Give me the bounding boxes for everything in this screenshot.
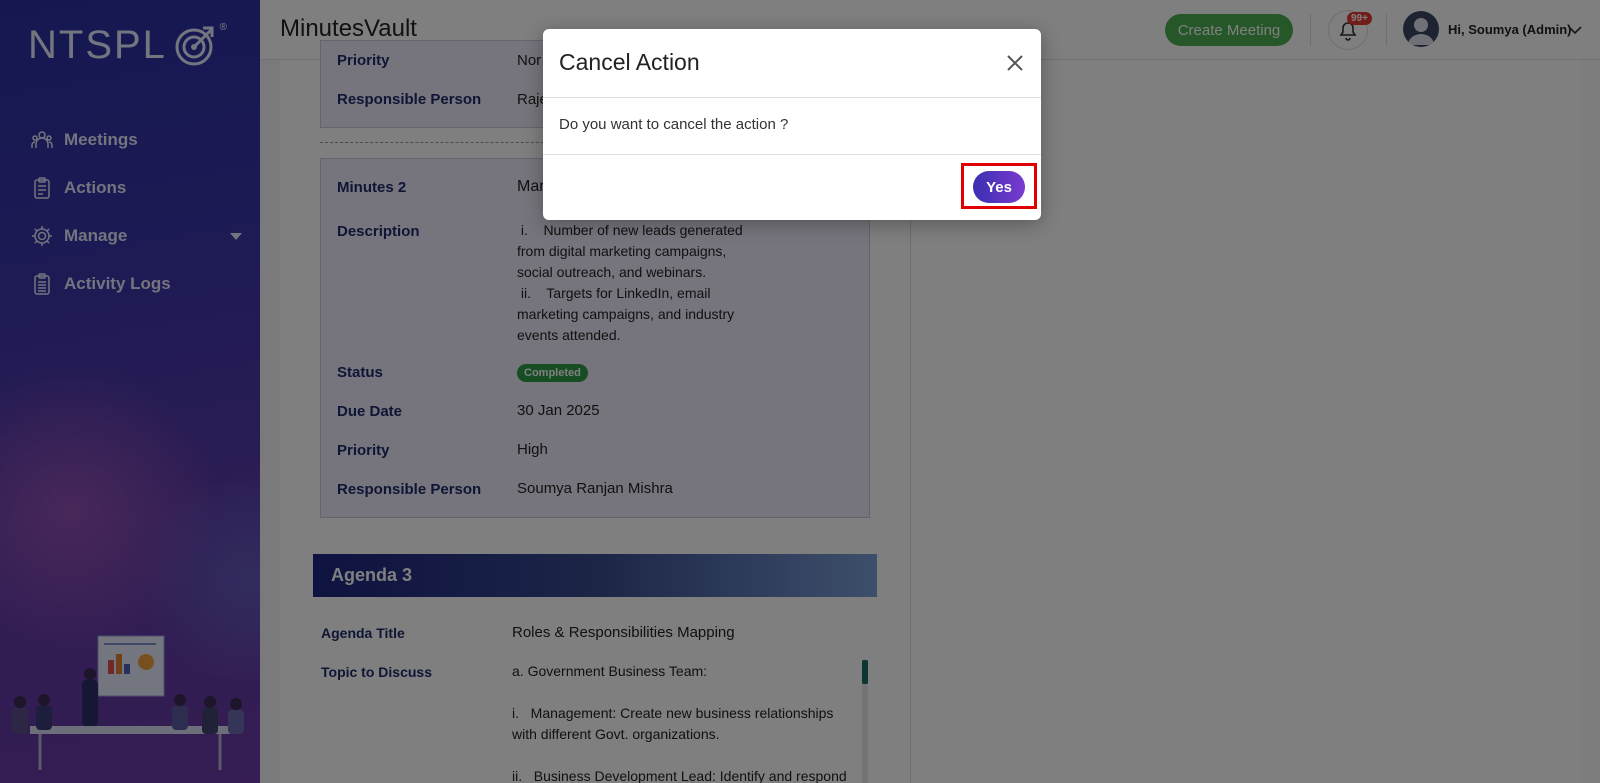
divider <box>543 154 1041 155</box>
cancel-action-dialog: Cancel Action Do you want to cancel the … <box>543 29 1041 220</box>
dialog-title: Cancel Action <box>559 49 700 75</box>
divider <box>543 97 1041 98</box>
dialog-message: Do you want to cancel the action ? <box>559 116 789 133</box>
yes-button[interactable]: Yes <box>973 171 1025 203</box>
close-icon[interactable] <box>1003 51 1027 75</box>
